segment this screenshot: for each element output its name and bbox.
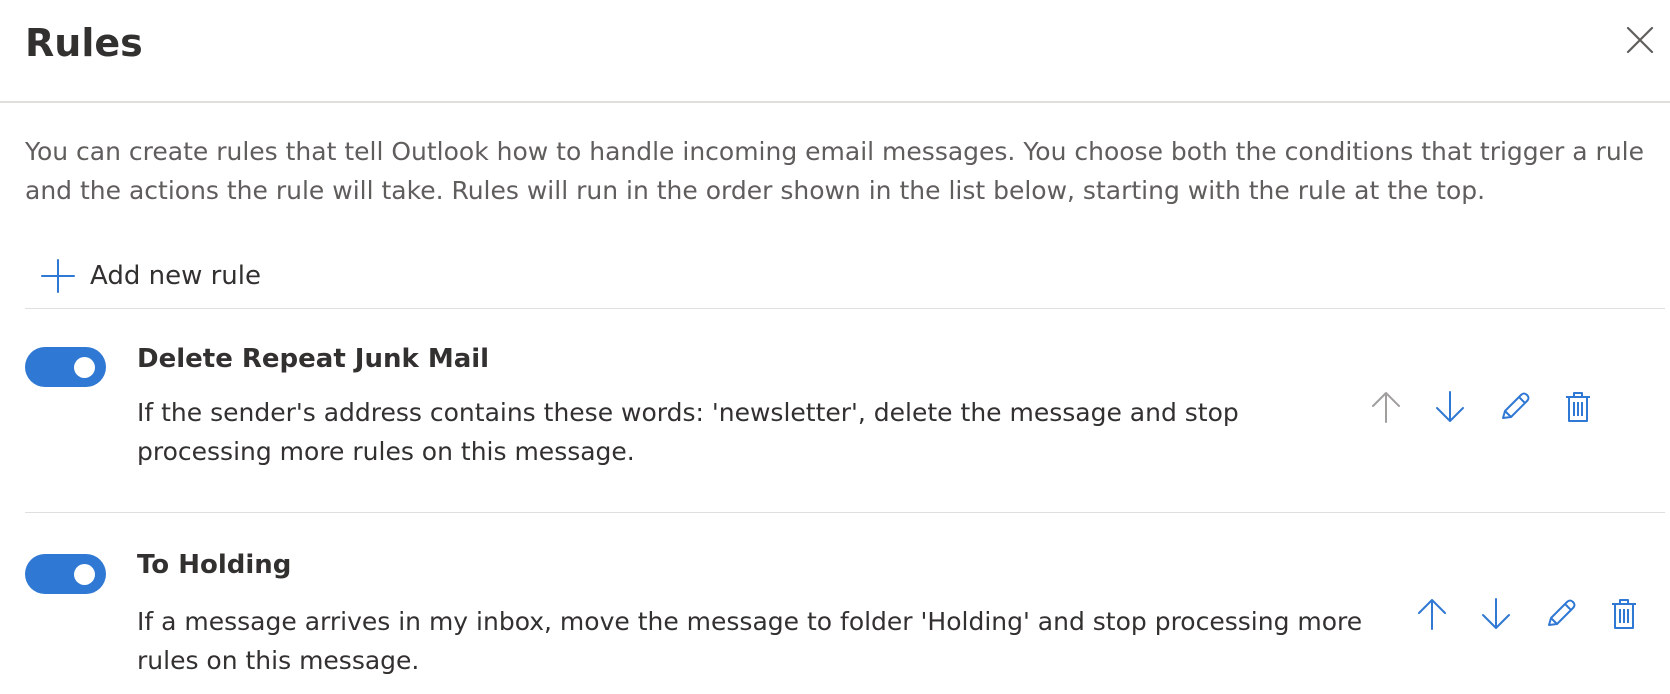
edit-rule-button[interactable]: [1494, 387, 1534, 427]
divider: [25, 512, 1665, 513]
add-new-rule-label: Add new rule: [90, 261, 261, 291]
pencil-icon: [1548, 599, 1576, 626]
arrow-down-icon: [1436, 391, 1464, 422]
rules-panel: Rules You can create rules that tell Out…: [0, 0, 1670, 694]
toggle-knob: [74, 357, 95, 378]
divider: [25, 308, 1665, 309]
move-up-button: [1366, 387, 1406, 427]
rule-enabled-toggle[interactable]: [25, 554, 106, 594]
page-title: Rules: [25, 21, 143, 65]
rule-description: If a message arrives in my inbox, move t…: [137, 607, 1363, 675]
close-button[interactable]: [1620, 20, 1660, 60]
trash-icon: [1566, 392, 1590, 422]
move-up-button[interactable]: [1412, 594, 1452, 634]
toggle-knob: [74, 564, 95, 585]
rule-enabled-toggle[interactable]: [25, 347, 106, 387]
move-down-button[interactable]: [1430, 387, 1470, 427]
arrow-up-icon: [1418, 599, 1446, 630]
rule-name: To Holding: [137, 550, 292, 580]
rules-description: You can create rules that tell Outlook h…: [25, 137, 1644, 205]
close-icon: [1626, 26, 1654, 54]
rule-description: If the sender's address contains these w…: [137, 398, 1239, 466]
add-new-rule-button[interactable]: Add new rule: [40, 256, 261, 296]
edit-rule-button[interactable]: [1540, 594, 1580, 634]
arrow-down-icon: [1482, 598, 1510, 629]
plus-icon: [41, 259, 75, 293]
panel-header: Rules: [0, 0, 1670, 103]
pencil-icon: [1502, 392, 1530, 419]
trash-icon: [1612, 599, 1636, 629]
move-down-button[interactable]: [1476, 594, 1516, 634]
delete-rule-button[interactable]: [1604, 594, 1644, 634]
rule-name: Delete Repeat Junk Mail: [137, 344, 490, 374]
delete-rule-button[interactable]: [1558, 387, 1598, 427]
arrow-up-icon: [1372, 392, 1400, 423]
